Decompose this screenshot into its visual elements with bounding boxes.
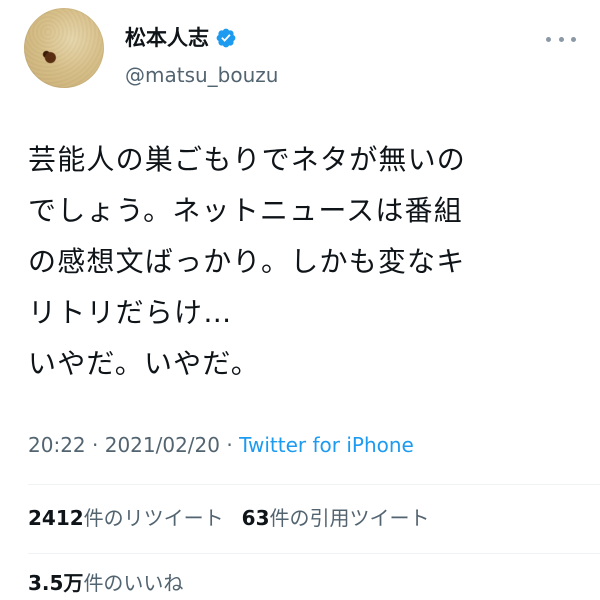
tweet-source-link[interactable]: Twitter for iPhone <box>239 433 414 457</box>
tweet-time[interactable]: 20:22 <box>28 433 86 457</box>
display-name[interactable]: 松本人志 <box>125 26 209 50</box>
retweets-count: 2412 <box>28 506 84 530</box>
tweet-text: 芸能人の巣ごもりでネタが無いの でしょう。ネットニュースは番組 の感想文ばっかり… <box>28 143 467 380</box>
avatar[interactable] <box>24 8 104 88</box>
divider <box>28 553 600 554</box>
quotes-stat[interactable]: 63件の引用ツイート <box>242 505 430 531</box>
quotes-count: 63 <box>241 506 270 530</box>
name-row: 松本人志 <box>125 26 237 50</box>
likes-label: 件のいいね <box>83 571 184 595</box>
quotes-label: 件の引用ツイート <box>269 506 430 530</box>
engagement-stats-row: 2412件のリツイート 63件の引用ツイート <box>28 505 448 531</box>
verified-badge-icon <box>215 27 237 49</box>
likes-count: 3.5万 <box>28 571 84 595</box>
meta-separator: · <box>220 433 240 457</box>
likes-stat[interactable]: 3.5万件のいいね <box>28 570 183 596</box>
meta-separator: · <box>85 433 105 457</box>
tweet-header: 松本人志 @matsu_bouzu <box>24 8 584 104</box>
tweet-meta: 20:22 · 2021/02/20 · Twitter for iPhone <box>28 432 414 458</box>
retweets-stat[interactable]: 2412件のリツイート <box>28 505 224 531</box>
retweets-label: 件のリツイート <box>83 506 224 530</box>
likes-stats-row: 3.5万件のいいね <box>28 570 201 596</box>
tweet-date[interactable]: 2021/02/20 <box>105 433 220 457</box>
user-handle[interactable]: @matsu_bouzu <box>125 64 278 86</box>
more-options-icon[interactable] <box>546 34 576 44</box>
divider <box>28 484 600 485</box>
